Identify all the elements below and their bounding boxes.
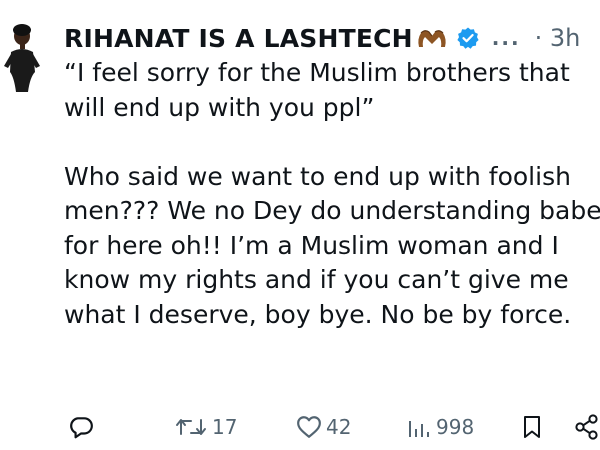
reply-icon <box>68 414 94 440</box>
views-count: 998 <box>436 415 475 439</box>
share-button[interactable] <box>574 412 600 442</box>
share-icon <box>574 414 600 440</box>
heart-hands-emoji-icon <box>416 27 448 49</box>
views-bar-chart-icon <box>406 415 432 439</box>
tweet-header: RIHANAT IS A LASHTECH ... · 3h <box>64 20 580 56</box>
more-options-icon[interactable]: ... <box>492 26 521 50</box>
retweet-button[interactable]: 17 <box>174 412 237 442</box>
avatar[interactable] <box>0 22 48 92</box>
verified-badge-icon[interactable] <box>456 26 480 50</box>
author-name[interactable]: RIHANAT IS A LASHTECH <box>64 24 413 53</box>
bookmark-icon <box>521 414 543 440</box>
heart-icon <box>296 415 322 439</box>
reply-button[interactable] <box>68 412 94 442</box>
retweet-icon <box>174 415 208 439</box>
tweet-body: Who said we want to end up with foolish … <box>64 161 600 329</box>
bookmark-button[interactable] <box>521 412 543 442</box>
tweet-timestamp[interactable]: · 3h <box>535 24 581 52</box>
like-count: 42 <box>326 415 352 439</box>
timestamp-value: 3h <box>549 24 581 52</box>
views-button[interactable]: 998 <box>406 412 474 442</box>
like-button[interactable]: 42 <box>296 412 351 442</box>
retweet-count: 17 <box>212 415 238 439</box>
tweet-actions: 17 42 998 <box>0 412 600 442</box>
quoted-line: “I feel sorry for the Muslim brothers th… <box>64 58 570 122</box>
tweet-text: “I feel sorry for the Muslim brothers th… <box>64 56 600 332</box>
